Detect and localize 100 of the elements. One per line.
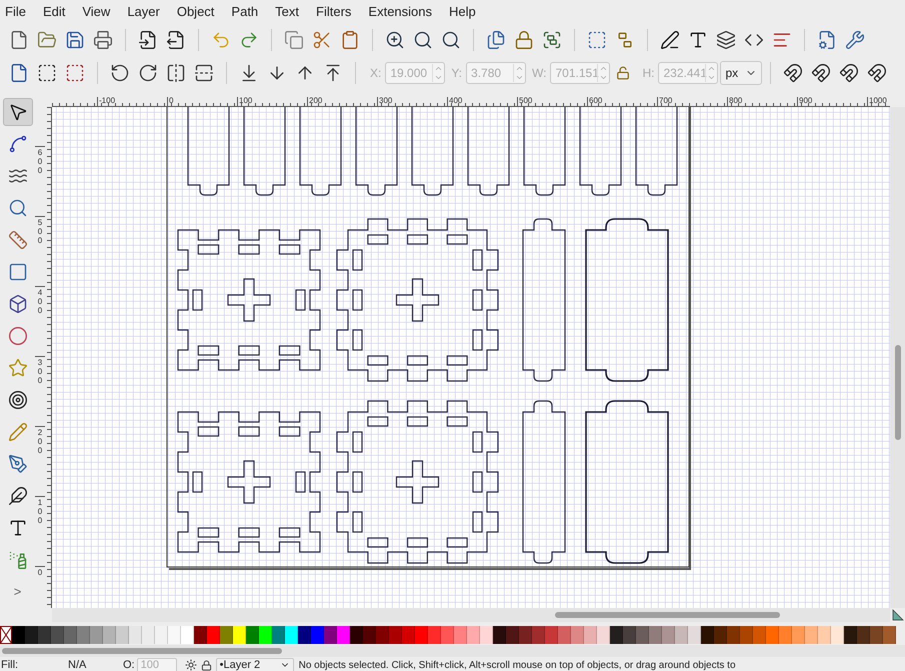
import-icon[interactable] xyxy=(138,30,158,50)
color-swatch[interactable] xyxy=(116,626,129,644)
color-swatch[interactable] xyxy=(415,626,428,644)
palette-scrollbar[interactable] xyxy=(0,645,905,657)
color-swatch[interactable] xyxy=(103,626,116,644)
color-swatch[interactable] xyxy=(298,626,311,644)
fill-stroke-icon[interactable] xyxy=(660,30,680,50)
color-swatch[interactable] xyxy=(779,626,792,644)
vertical-scrollbar[interactable] xyxy=(890,107,905,608)
color-swatch[interactable] xyxy=(857,626,870,644)
color-swatch[interactable] xyxy=(701,626,714,644)
tools-icon[interactable] xyxy=(845,30,865,50)
menu-item[interactable]: Object xyxy=(176,2,214,22)
lock-icon[interactable] xyxy=(200,660,212,670)
stacked-squares-icon[interactable] xyxy=(486,30,506,50)
menu-item[interactable]: View xyxy=(82,2,110,22)
color-swatch[interactable] xyxy=(675,626,688,644)
color-swatch[interactable] xyxy=(363,626,376,644)
color-swatch[interactable] xyxy=(740,626,753,644)
color-swatch[interactable] xyxy=(90,626,103,644)
layer-dropdown[interactable]: •Layer 2 xyxy=(216,658,294,671)
color-swatch[interactable] xyxy=(64,626,77,644)
horizontal-scrollbar[interactable] xyxy=(52,608,890,622)
color-swatch[interactable] xyxy=(831,626,844,644)
color-swatch[interactable] xyxy=(77,626,90,644)
color-swatch[interactable] xyxy=(246,626,259,644)
redo-icon[interactable] xyxy=(239,30,259,50)
color-swatch[interactable] xyxy=(402,626,415,644)
zoom-drawing-icon[interactable] xyxy=(413,30,433,50)
group-icon[interactable] xyxy=(542,30,562,50)
color-swatch[interactable] xyxy=(558,626,571,644)
color-swatch[interactable] xyxy=(207,626,220,644)
menu-item[interactable]: Layer xyxy=(127,2,160,22)
zoom-page-icon[interactable] xyxy=(441,30,461,50)
menu-item[interactable]: Help xyxy=(449,2,476,22)
layers-icon[interactable] xyxy=(716,30,736,50)
color-swatch[interactable] xyxy=(181,626,194,644)
color-swatch[interactable] xyxy=(480,626,493,644)
color-swatch[interactable] xyxy=(311,626,324,644)
color-swatch[interactable] xyxy=(259,626,272,644)
color-swatch[interactable] xyxy=(272,626,285,644)
color-swatch[interactable] xyxy=(714,626,727,644)
color-swatch[interactable] xyxy=(584,626,597,644)
color-swatch[interactable] xyxy=(519,626,532,644)
sun-icon[interactable] xyxy=(184,659,197,671)
color-swatch[interactable] xyxy=(883,626,896,644)
rotate-left-icon[interactable] xyxy=(110,63,130,83)
color-swatch[interactable] xyxy=(324,626,337,644)
save-icon[interactable] xyxy=(65,30,85,50)
printer-icon[interactable] xyxy=(93,30,113,50)
color-swatch[interactable] xyxy=(12,626,25,644)
color-swatch[interactable] xyxy=(844,626,857,644)
text-icon[interactable] xyxy=(688,30,708,50)
rotate-right-icon[interactable] xyxy=(138,63,158,83)
color-swatch[interactable] xyxy=(168,626,181,644)
color-swatch[interactable] xyxy=(818,626,831,644)
color-swatch[interactable] xyxy=(155,626,168,644)
color-swatch[interactable] xyxy=(467,626,480,644)
color-swatch[interactable] xyxy=(753,626,766,644)
color-swatch[interactable] xyxy=(623,626,636,644)
more-tools-toggle[interactable]: > xyxy=(14,582,22,602)
clipboard-icon[interactable] xyxy=(340,30,360,50)
flip-horizontal-icon[interactable] xyxy=(166,63,186,83)
lock-icon[interactable] xyxy=(616,66,630,80)
menu-item[interactable]: Extensions xyxy=(368,2,432,22)
color-swatch[interactable] xyxy=(805,626,818,644)
color-swatch[interactable] xyxy=(662,626,675,644)
color-swatch[interactable] xyxy=(129,626,142,644)
color-swatch[interactable] xyxy=(376,626,389,644)
menu-item[interactable]: Filters xyxy=(316,2,352,22)
menu-item[interactable]: Edit xyxy=(42,2,66,22)
color-swatch[interactable] xyxy=(792,626,805,644)
no-color-swatch[interactable] xyxy=(0,626,12,644)
select-all-icon[interactable] xyxy=(37,63,57,83)
color-swatch[interactable] xyxy=(285,626,298,644)
color-swatch[interactable] xyxy=(545,626,558,644)
color-swatch[interactable] xyxy=(220,626,233,644)
lock-icon[interactable] xyxy=(514,30,534,50)
tool-button[interactable] xyxy=(2,98,32,126)
export-icon[interactable] xyxy=(166,30,186,50)
menu-item[interactable]: File xyxy=(5,2,26,22)
color-swatch[interactable] xyxy=(506,626,519,644)
color-swatch[interactable] xyxy=(649,626,662,644)
menu-item[interactable]: Path xyxy=(231,2,258,22)
color-swatch[interactable] xyxy=(350,626,363,644)
color-swatch[interactable] xyxy=(636,626,649,644)
color-swatch[interactable] xyxy=(454,626,467,644)
color-swatch[interactable] xyxy=(38,626,51,644)
zoom-icon[interactable] xyxy=(385,30,405,50)
undo-icon[interactable] xyxy=(211,30,231,50)
color-swatch[interactable] xyxy=(233,626,246,644)
flip-vertical-icon[interactable] xyxy=(194,63,214,83)
menu-item[interactable]: Text xyxy=(275,2,300,22)
color-swatch[interactable] xyxy=(571,626,584,644)
color-swatch[interactable] xyxy=(766,626,779,644)
folder-icon[interactable] xyxy=(37,30,57,50)
document-icon[interactable] xyxy=(9,63,29,83)
color-swatch[interactable] xyxy=(870,626,883,644)
color-swatch[interactable] xyxy=(532,626,545,644)
color-swatch[interactable] xyxy=(51,626,64,644)
